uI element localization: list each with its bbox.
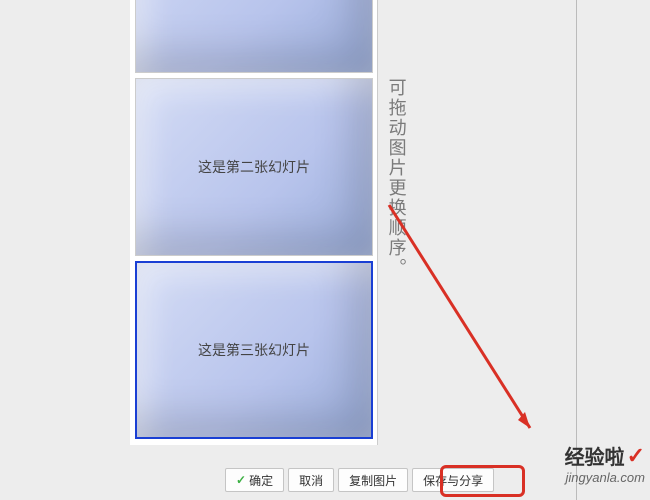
slide-thumbnail-1[interactable]: [135, 0, 373, 73]
cancel-button[interactable]: 取消: [288, 468, 334, 492]
copy-image-button[interactable]: 复制图片: [338, 468, 408, 492]
watermark: 经验啦 ✓ jingyanla.com: [565, 441, 645, 485]
slide-text: 这是第三张幻灯片: [198, 340, 310, 360]
watermark-text: 经验啦: [565, 441, 625, 470]
watermark-url: jingyanla.com: [565, 470, 645, 485]
slide-text: 这是第二张幻灯片: [198, 157, 310, 177]
checkmark-icon: ✓: [627, 443, 645, 469]
button-bar: ✓ 确定 取消 复制图片 保存与分享: [225, 468, 494, 492]
slide-thumbnail-2[interactable]: 这是第二张幻灯片: [135, 78, 373, 256]
confirm-label: 确定: [249, 472, 273, 489]
save-share-button[interactable]: 保存与分享: [412, 468, 494, 492]
check-icon: ✓: [236, 473, 246, 487]
confirm-button[interactable]: ✓ 确定: [225, 468, 284, 492]
slide-thumbnail-3-selected[interactable]: 这是第三张幻灯片: [135, 261, 373, 439]
copy-label: 复制图片: [349, 472, 397, 489]
slide-list-panel: 这是第二张幻灯片 这是第三张幻灯片: [130, 0, 378, 445]
drag-hint-annotation: 可拖动图片更换顺序。: [385, 78, 407, 278]
save-label: 保存与分享: [423, 472, 483, 489]
cancel-label: 取消: [299, 472, 323, 489]
